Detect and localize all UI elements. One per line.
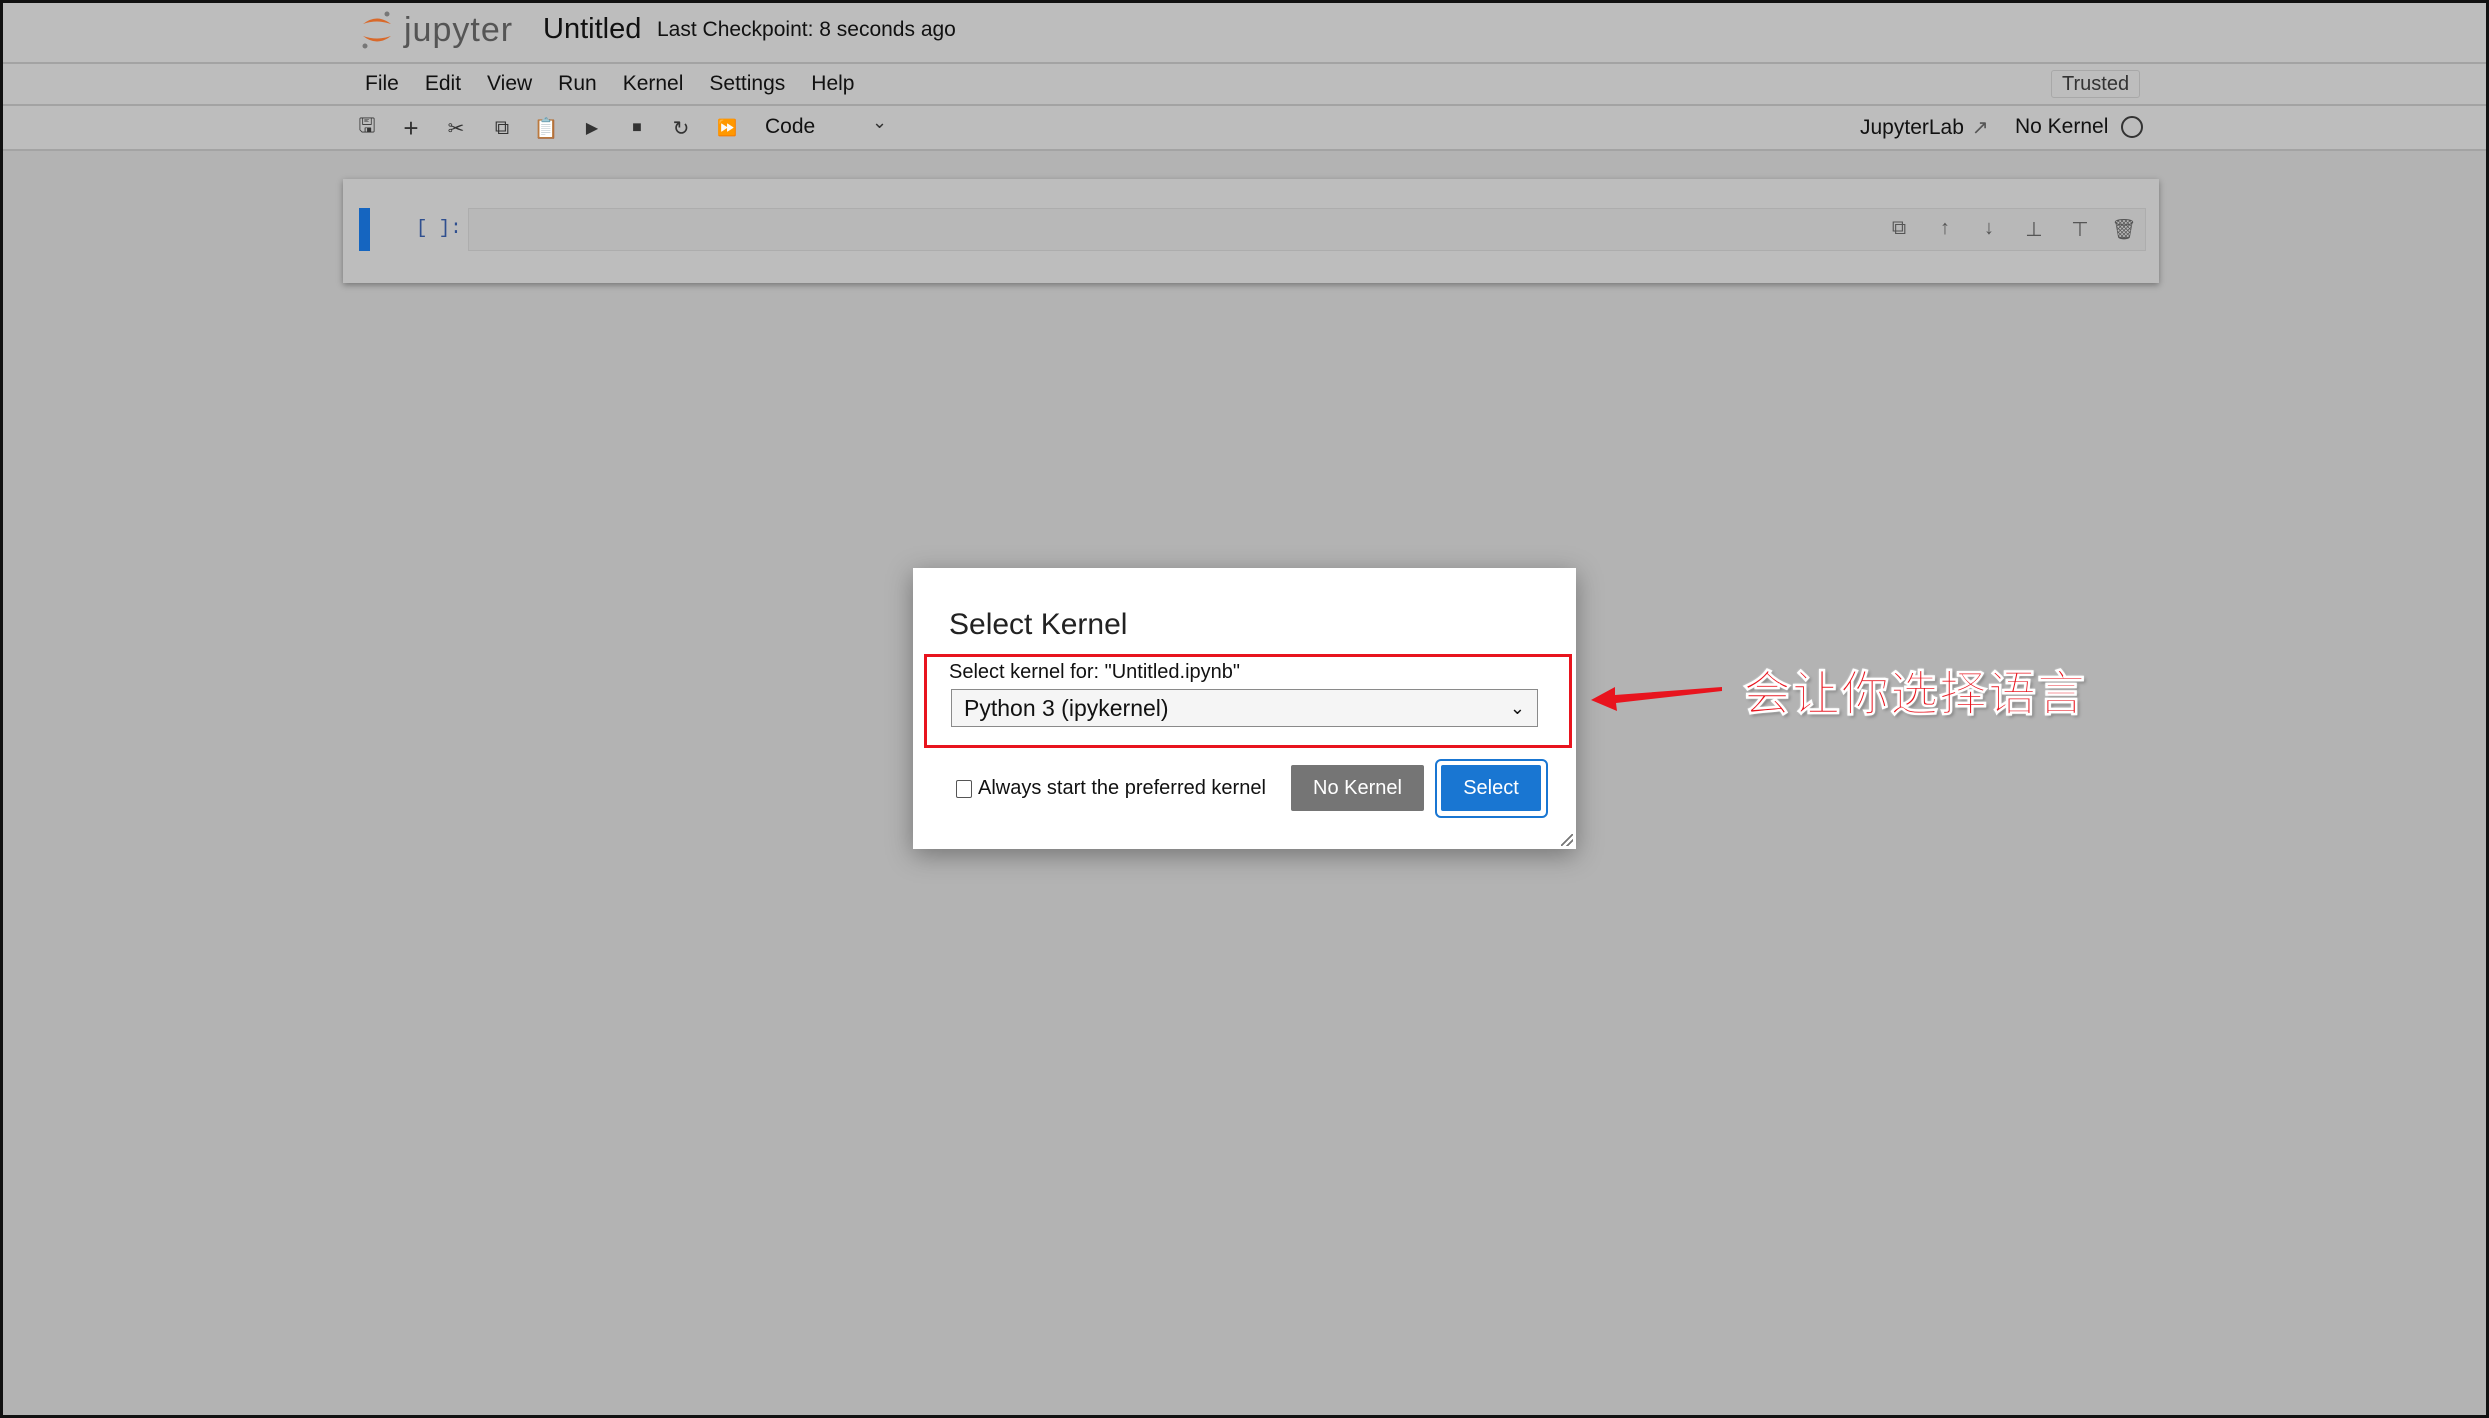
active-cell-indicator — [359, 208, 370, 251]
select-button[interactable]: Select — [1441, 765, 1541, 811]
cell-type-select[interactable]: Code — [765, 115, 815, 139]
trusted-badge[interactable]: Trusted — [2051, 70, 2141, 98]
save-icon[interactable]: 🖫 — [353, 114, 381, 142]
notebook-toolbar: 🖫 + ✂ ⧉ 📋 ▶ ■ ↻ ⏩ Code ⌄ JupyterLab ↗ No… — [0, 106, 2489, 151]
always-start-label: Always start the preferred kernel — [978, 777, 1266, 799]
always-start-checkbox[interactable] — [956, 779, 972, 798]
insert-above-icon[interactable]: ⊤ — [2067, 217, 2093, 242]
menu-view[interactable]: View — [487, 72, 532, 96]
fast-forward-icon[interactable]: ⏩ — [713, 114, 741, 142]
jupyterlab-link[interactable]: JupyterLab ↗ — [1860, 115, 1989, 140]
jupyter-logo[interactable]: jupyter — [360, 10, 513, 50]
insert-below-icon[interactable]: ⊥ — [2021, 217, 2047, 242]
menu-edit[interactable]: Edit — [425, 72, 461, 96]
kernel-status-icon — [2121, 116, 2143, 138]
always-start-option[interactable]: Always start the preferred kernel — [956, 777, 1266, 800]
run-icon[interactable]: ▶ — [578, 114, 606, 142]
kernel-name[interactable]: No Kernel — [2015, 115, 2108, 139]
delete-icon[interactable]: 🗑 — [2111, 217, 2137, 242]
menu-help[interactable]: Help — [811, 72, 854, 96]
chevron-down-icon[interactable]: ⌄ — [872, 112, 887, 133]
dialog-title: Select Kernel — [949, 608, 1128, 641]
notebook-title[interactable]: Untitled — [543, 13, 641, 46]
copy-icon[interactable]: ⧉ — [488, 114, 516, 142]
paste-icon[interactable]: 📋 — [532, 114, 560, 142]
cell-prompt: [ ]: — [416, 217, 462, 239]
annotation-arrow-icon — [1591, 687, 1722, 711]
annotation-text: 会让你选择语言 — [1742, 668, 2087, 722]
add-icon[interactable]: + — [397, 113, 425, 143]
checkpoint-status: Last Checkpoint: 8 seconds ago — [657, 18, 956, 41]
menu-run[interactable]: Run — [558, 72, 597, 96]
resize-handle-icon[interactable] — [1561, 834, 1573, 846]
stop-icon[interactable]: ■ — [623, 114, 651, 142]
restart-icon[interactable]: ↻ — [667, 114, 695, 142]
annotation-highlight-box — [924, 654, 1572, 748]
move-down-icon[interactable]: ↓ — [1976, 217, 2002, 240]
menu-bar: File Edit View Run Kernel Settings Help … — [0, 64, 2489, 106]
logo-text: jupyter — [404, 10, 514, 49]
menu-kernel[interactable]: Kernel — [623, 72, 684, 96]
menu-settings[interactable]: Settings — [709, 72, 785, 96]
duplicate-icon[interactable]: ⧉ — [1886, 217, 1912, 240]
title-bar: jupyter Untitled Last Checkpoint: 8 seco… — [0, 0, 2489, 64]
cut-icon[interactable]: ✂ — [442, 114, 470, 142]
external-link-icon: ↗ — [1971, 117, 1989, 139]
jupyterlab-label: JupyterLab — [1860, 115, 1964, 139]
menu-file[interactable]: File — [365, 72, 399, 96]
move-up-icon[interactable]: ↑ — [1932, 217, 1958, 240]
code-cell[interactable]: [ ]: ⧉ ↑ ↓ ⊥ ⊤ 🗑 — [343, 179, 2159, 283]
no-kernel-button[interactable]: No Kernel — [1291, 765, 1424, 811]
jupyter-logo-icon — [362, 11, 391, 49]
